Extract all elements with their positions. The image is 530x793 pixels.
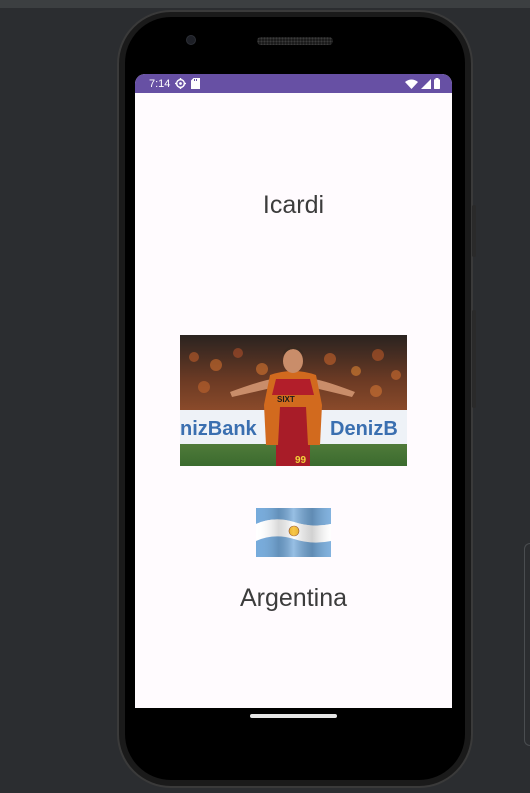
battery-icon [434,78,440,89]
side-panel-handle[interactable] [524,543,530,746]
country-name-text: Argentina [239,584,348,612]
banner-text-left: nizBank [180,418,258,440]
wifi-icon [405,79,418,89]
status-bar: 7:14 [135,74,452,93]
jersey-number: 99 [295,455,307,466]
settings-icon [175,78,187,89]
sd-card-icon [191,78,201,89]
player-name-text: Icardi [262,191,325,219]
argentina-flag [256,508,331,557]
jersey-sponsor: SIXT [277,395,295,404]
player-photo: nizBank DenizB SIXT 99 [180,335,407,466]
earpiece-speaker [257,37,333,45]
signal-icon [421,78,431,89]
app-screen: 7:14 Icardi nizBank DenizB SIXT 99 Argen… [135,74,452,708]
volume-button[interactable] [472,310,476,408]
status-time: 7:14 [149,77,171,90]
front-camera [186,35,196,45]
home-gesture-bar[interactable] [250,714,337,718]
window-top-strip [0,0,530,8]
power-button[interactable] [472,205,476,257]
banner-text-right: DenizB [330,418,398,440]
